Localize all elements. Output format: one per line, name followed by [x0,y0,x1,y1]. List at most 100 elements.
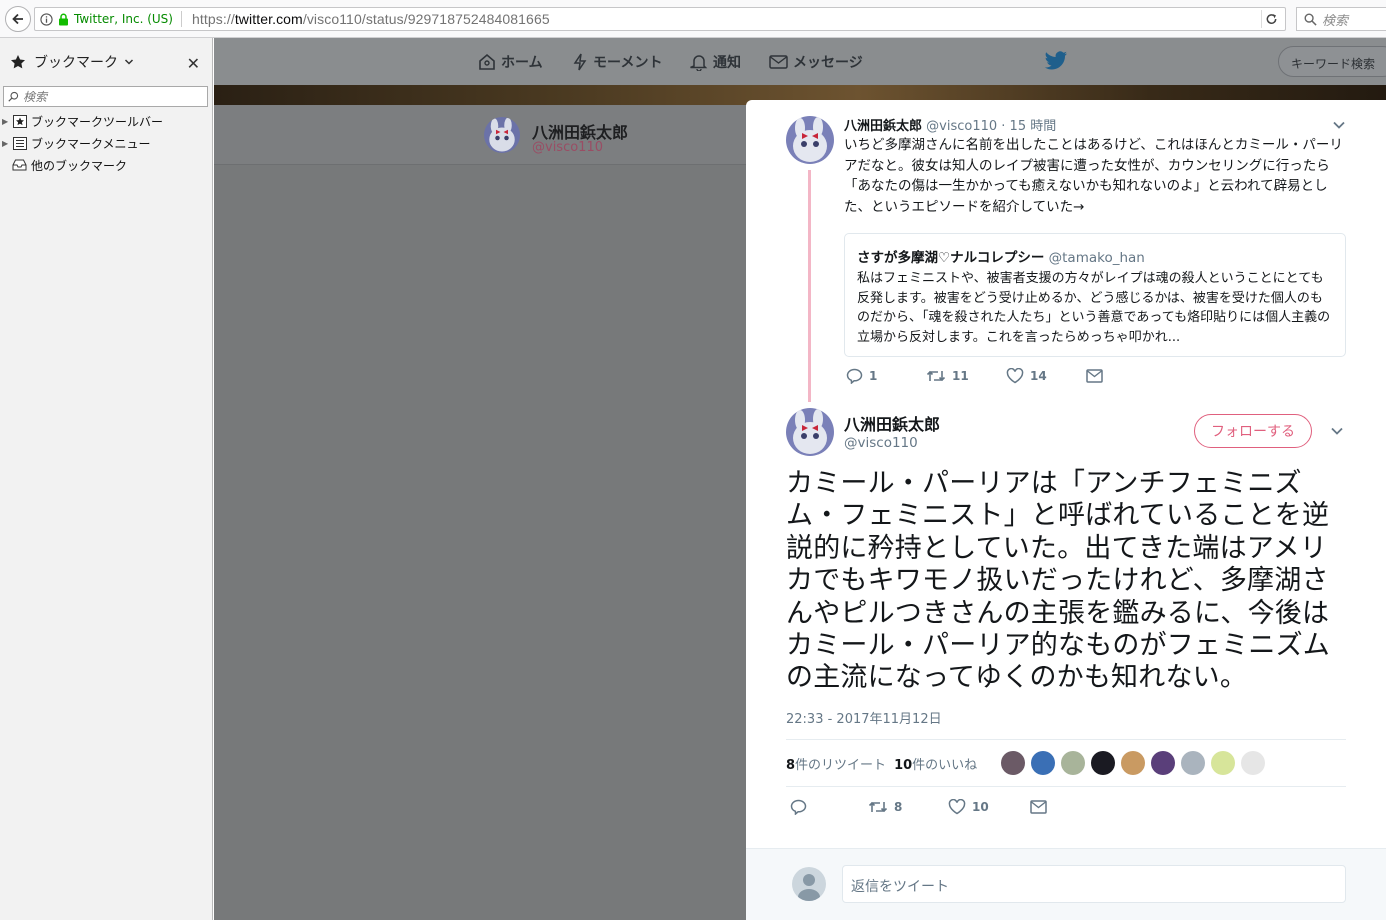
sidebar-item-label: ブックマークツールバー [31,114,164,129]
reply-input[interactable]: 返信をツイート [842,865,1346,903]
tweet-permalink-modal: 八洲田鋲太郎 @visco110 · 15 時間 いちど多摩湖さんに名前を出した… [746,100,1386,920]
quoted-author-name: さすが多摩湖♡ナルコレプシー [857,250,1045,266]
heart-icon [948,799,966,815]
tweet-author-name[interactable]: 八洲田鋲太郎 [844,411,940,435]
liker-avatar[interactable] [1151,751,1176,775]
tweet-stats: 8件のリツイート 10件のいいね [786,739,1346,787]
reply-button[interactable] [790,799,868,815]
like-stat[interactable]: 10件のいいね [894,754,977,773]
site-identity[interactable]: Twitter, Inc. (US) [35,8,182,30]
site-identity-label: Twitter, Inc. (US) [74,12,173,26]
liker-avatar[interactable] [1091,751,1116,775]
tweet-text: カミール・パーリアは「アンチフェミニズム・フェミニスト」と呼ばれていることを逆説… [786,468,1330,694]
retweet-stat[interactable]: 8件のリツイート [786,754,886,773]
sidebar-item-other-bookmarks[interactable]: 他のブックマーク [0,154,212,176]
liker-avatars [1001,751,1266,775]
retweet-button[interactable]: 8 [868,800,948,814]
keyword-search-input[interactable]: キーワード検索 [1278,46,1386,77]
envelope-icon [769,55,788,69]
browser-toolbar: Twitter, Inc. (US) https://twitter.com/v… [0,0,1386,38]
info-icon [40,12,53,26]
tweet-header: 八洲田鋲太郎 @visco110 · 15 時間 [844,115,1056,134]
tweet-author-name[interactable]: 八洲田鋲太郎 [844,119,922,134]
reply-icon [790,799,807,815]
like-button[interactable]: 10 [948,799,1030,815]
home-icon [479,53,495,70]
reload-icon [1266,13,1277,24]
back-button[interactable] [5,6,31,32]
retweet-count: 8 [894,800,903,814]
sidebar-item-label: 他のブックマーク [31,158,128,173]
avatar [792,867,826,901]
retweet-stat-count: 8 [786,757,796,773]
twitter-nav-bar: ホーム モーメント 通知 メッセージ キーワード検索 [214,38,1386,85]
reply-composer: 返信をツイート [746,848,1386,920]
liker-avatar[interactable] [1061,751,1086,775]
liker-avatar[interactable] [1001,751,1026,775]
sidebar-item-bookmark-toolbar[interactable]: ▶ ブックマークツールバー [0,110,212,132]
liker-avatar[interactable] [1181,751,1206,775]
chevron-down-icon [124,59,134,65]
tweet-timestamp[interactable]: 22:33 - 2017年11月12日 [786,708,942,727]
like-count: 10 [972,800,989,814]
avatar[interactable] [786,408,834,456]
liker-avatar[interactable] [1241,751,1266,775]
bookmarks-sidebar: ブックマーク ✕ 検索 ▶ ブックマークツールバー ▶ ブックマークメニュー 他… [0,38,213,920]
envelope-icon [1086,369,1103,383]
retweet-button[interactable]: 11 [926,369,1006,383]
liker-avatar[interactable] [1121,751,1146,775]
follow-button[interactable]: フォローする [1194,414,1312,448]
sidebar-search-placeholder: 検索 [23,90,48,104]
url-divider [180,11,182,27]
sidebar-header[interactable]: ブックマーク ✕ [0,38,212,86]
close-sidebar-button[interactable]: ✕ [187,54,200,73]
browser-search-field[interactable]: 検索 [1296,7,1386,31]
avatar[interactable] [484,117,520,153]
nav-home[interactable]: ホーム [478,52,543,72]
quoted-author-handle: @tamako_han [1048,250,1145,266]
lightning-icon [573,53,587,71]
star-icon [11,55,25,69]
profile-handle[interactable]: @visco110 [532,140,603,155]
nav-messages[interactable]: メッセージ [769,52,863,72]
tweet-time[interactable]: · 15 時間 [1001,119,1056,134]
liker-avatar[interactable] [1211,751,1236,775]
direct-message-button[interactable] [1030,800,1047,814]
direct-message-button[interactable] [1086,369,1103,383]
url-domain: twitter.com [234,11,303,27]
sidebar-search-input[interactable]: 検索 [3,86,208,107]
thread-connector [808,170,811,402]
sidebar-item-bookmark-menu[interactable]: ▶ ブックマークメニュー [0,132,212,154]
bookmark-menu-icon [12,136,27,150]
chevron-down-icon[interactable] [1330,426,1344,436]
like-count: 14 [1030,369,1047,383]
browser-search-placeholder: 検索 [1322,13,1349,29]
liker-avatar[interactable] [1031,751,1056,775]
bell-icon [690,55,708,71]
other-bookmarks-icon [12,159,27,172]
tweet-author-handle[interactable]: @visco110 [844,435,918,451]
tweet-author-handle[interactable]: @visco110 [926,119,997,134]
reply-button[interactable]: 1 [846,368,926,384]
nav-notifications[interactable]: 通知 [690,52,741,72]
tweet-text: いちど多摩湖さんに名前を出したことはあるけど、これはほんとカミール・パーリアだな… [844,137,1343,215]
avatar[interactable] [786,116,834,164]
url-bar[interactable]: Twitter, Inc. (US) https://twitter.com/v… [34,7,1286,31]
retweet-count: 11 [952,369,969,383]
back-arrow-icon [12,13,23,25]
twitter-bird-icon[interactable] [1044,51,1068,71]
bookmark-toolbar-icon [12,114,27,128]
like-button[interactable]: 14 [1006,368,1086,384]
search-icon [1304,13,1317,26]
expand-arrow-icon[interactable]: ▶ [2,139,8,148]
heart-icon [1006,368,1024,384]
quoted-tweet-text: 私はフェミニストや、被害者支援の方々がレイプは魂の殺人ということにとても反発しま… [857,271,1331,345]
sidebar-item-label: ブックマークメニュー [31,136,151,151]
chevron-down-icon[interactable] [1332,120,1346,130]
tweet-actions: 1 11 14 [846,368,1103,384]
reload-button[interactable] [1261,10,1281,28]
quoted-tweet[interactable]: さすが多摩湖♡ナルコレプシー @tamako_han 私はフェミニストや、被害者… [844,233,1346,357]
nav-moments[interactable]: モーメント [572,52,662,72]
url-text[interactable]: https://twitter.com/visco110/status/9297… [192,11,550,27]
expand-arrow-icon[interactable]: ▶ [2,117,8,126]
